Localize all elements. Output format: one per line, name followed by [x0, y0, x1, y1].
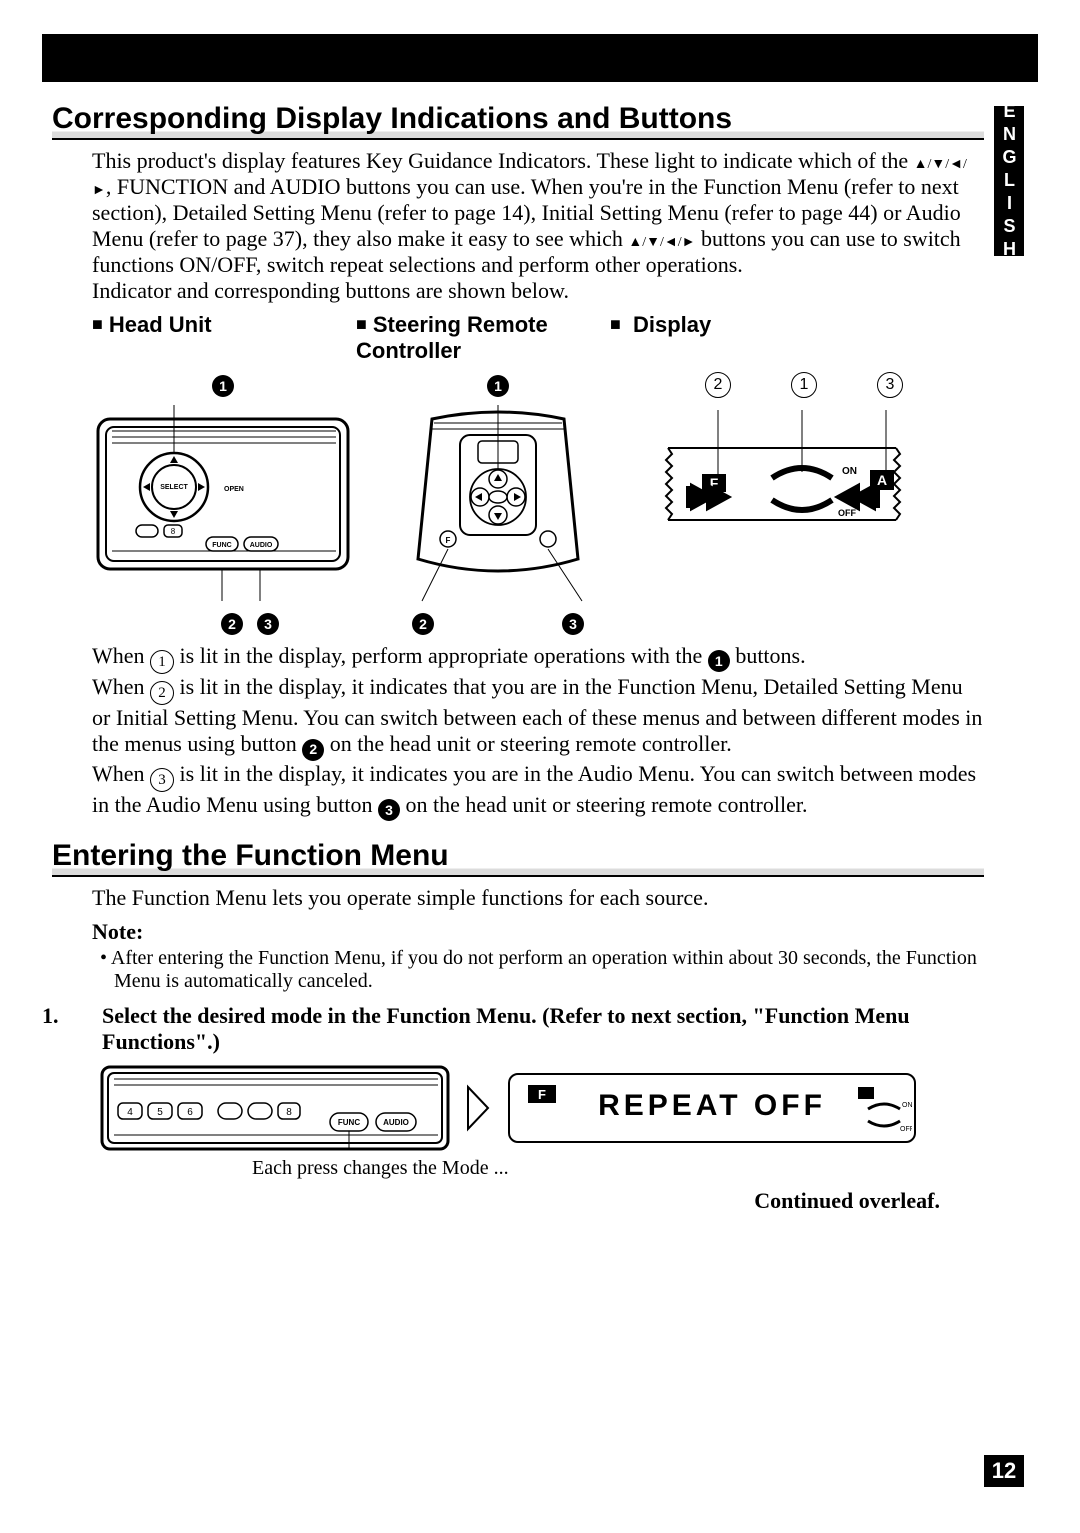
svg-text:FUNC: FUNC	[212, 542, 231, 549]
svg-text:ON: ON	[902, 1102, 912, 1109]
svg-text:OFF: OFF	[838, 508, 856, 518]
svg-text:6: 6	[187, 1107, 193, 1118]
note-label: Note:	[92, 919, 984, 945]
head-unit-diagram: 1 SELECT	[92, 372, 354, 635]
black-1: 1	[708, 650, 730, 672]
svg-text:8: 8	[171, 527, 176, 536]
circle-1: 1	[150, 650, 174, 674]
open-label: OPEN	[224, 486, 244, 493]
svg-text:OFF: OFF	[900, 1126, 912, 1133]
section1-paragraph2: When 1 is lit in the display, perform ap…	[92, 643, 984, 821]
svg-text:4: 4	[127, 1107, 133, 1118]
svg-text:F: F	[446, 536, 451, 545]
language-tab: ENGLISH	[994, 106, 1024, 256]
step1-figure: 4 5 6 8 FUNC AUDIO F REPEAT OFF	[100, 1065, 984, 1151]
label-display: ■ Display	[610, 312, 711, 364]
callout-3: 3	[562, 613, 584, 635]
callout-circle-3: 3	[877, 372, 903, 398]
callout-2: 2	[221, 613, 243, 635]
svg-text:AUDIO: AUDIO	[250, 542, 273, 549]
label-head-unit: ■Head Unit	[92, 312, 342, 364]
display-diagram: 2 1 3 F	[642, 372, 922, 558]
svg-text:F: F	[538, 1087, 546, 1102]
black-3: 3	[378, 799, 400, 821]
arrow-glyphs: ▲/▼/◄/►	[628, 235, 695, 250]
callout-2: 2	[412, 613, 434, 635]
steering-svg: F	[382, 401, 614, 607]
steering-remote-diagram: 1	[382, 372, 614, 635]
diagram-titles-row: ■Head Unit ■Steering Remote Controller ■…	[92, 312, 984, 364]
arrow-icon	[464, 1083, 494, 1133]
section-heading-1: Corresponding Display Indications and Bu…	[52, 102, 984, 140]
callout-circle-1: 1	[791, 372, 817, 398]
note-body: • After entering the Function Menu, if y…	[114, 947, 984, 993]
text: Indicator and corresponding buttons are …	[92, 278, 569, 303]
circle-3: 3	[150, 768, 174, 792]
callout-3: 3	[257, 613, 279, 635]
section2-intro: The Function Menu lets you operate simpl…	[92, 885, 984, 911]
svg-text:ON: ON	[842, 466, 857, 477]
callout-1: 1	[487, 375, 509, 397]
svg-text:8: 8	[286, 1107, 292, 1118]
callout-1: 1	[212, 375, 234, 397]
circle-2: 2	[150, 681, 174, 705]
svg-text:5: 5	[157, 1107, 163, 1118]
step-1: 1.Select the desired mode in the Functio…	[72, 1003, 984, 1055]
black-header-bar	[42, 34, 1038, 82]
page-number: 12	[984, 1455, 1024, 1487]
step1-caption: Each press changes the Mode ...	[252, 1157, 984, 1180]
select-label: SELECT	[160, 484, 188, 491]
head-unit-svg: SELECT OPEN 8 FUNC AUDIO	[92, 401, 354, 607]
svg-text:REPEAT OFF: REPEAT OFF	[598, 1089, 826, 1122]
display-svg: F ON A	[642, 408, 922, 558]
text: This product's display features Key Guid…	[92, 148, 914, 173]
callout-circle-2: 2	[705, 372, 731, 398]
continued-overleaf: Continued overleaf.	[52, 1188, 940, 1214]
section-heading-2: Entering the Function Menu	[52, 839, 984, 877]
lcd-box: F REPEAT OFF ON OFF	[508, 1073, 916, 1143]
black-2: 2	[302, 739, 324, 761]
svg-text:AUDIO: AUDIO	[383, 1118, 409, 1127]
svg-text:A: A	[877, 472, 887, 488]
label-steering: ■Steering Remote Controller	[356, 312, 596, 364]
section1-paragraph1: This product's display features Key Guid…	[92, 148, 984, 304]
head-unit-excerpt: 4 5 6 8 FUNC AUDIO	[100, 1065, 450, 1151]
svg-text:FUNC: FUNC	[338, 1118, 360, 1127]
